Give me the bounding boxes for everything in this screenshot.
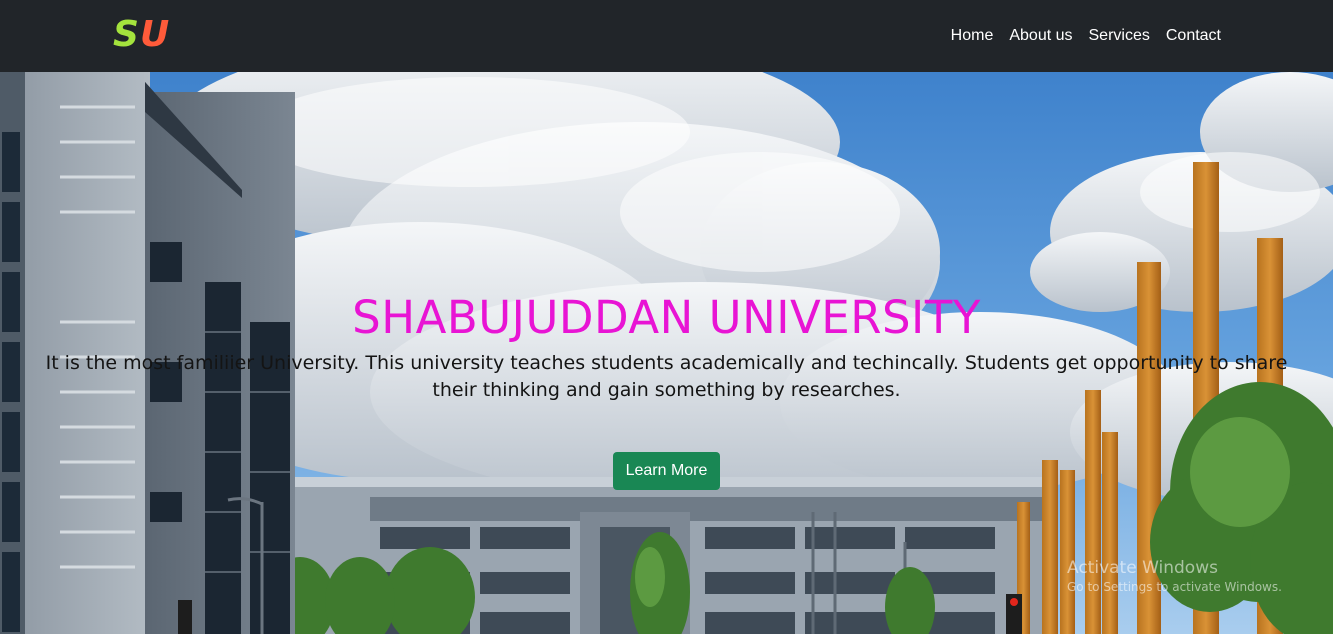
activate-windows-watermark: Activate Windows Go to Settings to activ…	[1067, 557, 1282, 595]
logo-letter-s: S	[113, 14, 140, 55]
watermark-subtitle: Go to Settings to activate Windows.	[1067, 580, 1282, 594]
hero-section: SHABUJUDDAN UNIVERSITY It is the most fa…	[0, 72, 1333, 634]
logo-letter-u: U	[139, 14, 171, 55]
nav-link-services[interactable]: Services	[1089, 26, 1150, 46]
navbar: SU Home About us Services Contact	[0, 0, 1333, 72]
site-logo[interactable]: SU	[113, 12, 170, 58]
watermark-title: Activate Windows	[1067, 558, 1218, 578]
hero-title: SHABUJUDDAN UNIVERSITY	[352, 291, 981, 344]
main-nav: Home About us Services Contact	[951, 26, 1221, 46]
nav-link-about-us[interactable]: About us	[1009, 26, 1072, 46]
nav-link-home[interactable]: Home	[951, 26, 994, 46]
learn-more-button[interactable]: Learn More	[612, 452, 721, 490]
nav-link-contact[interactable]: Contact	[1166, 26, 1221, 46]
hero-content: SHABUJUDDAN UNIVERSITY It is the most fa…	[0, 292, 1333, 490]
hero-description: It is the most familiier University. Thi…	[45, 352, 1288, 401]
